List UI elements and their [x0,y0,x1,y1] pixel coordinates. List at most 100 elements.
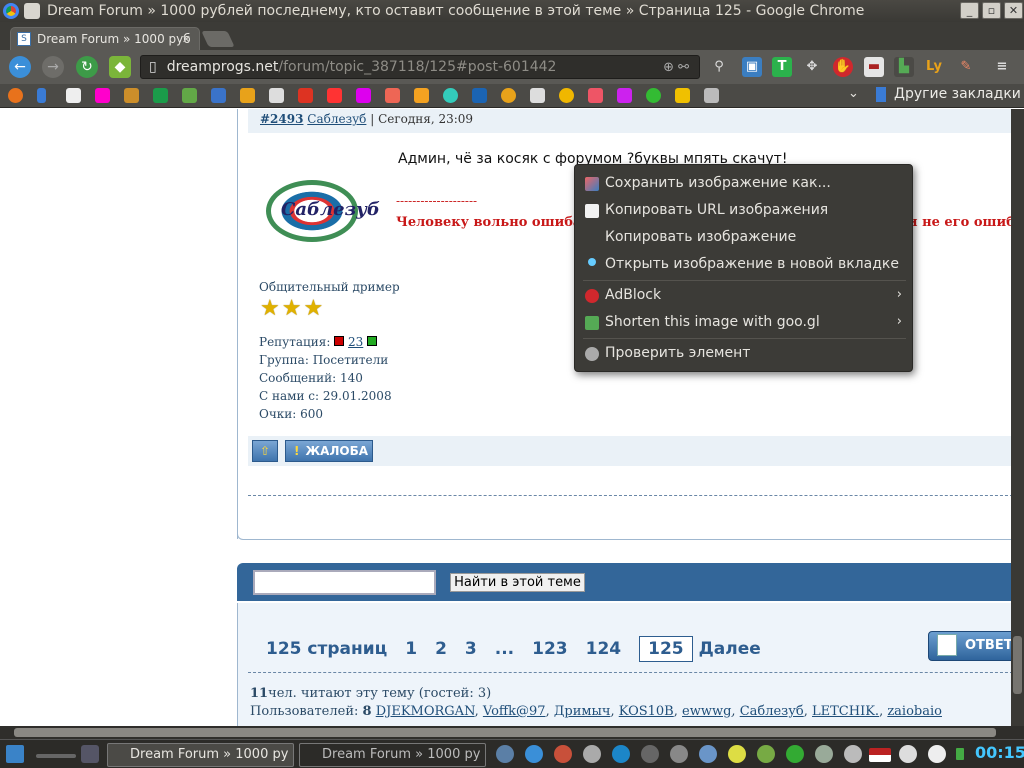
ng-bookmark-icon[interactable] [327,88,342,103]
rep-plus-icon[interactable] [367,336,378,346]
flower-bookmark-icon[interactable] [617,88,632,103]
t-ext-icon[interactable]: T [772,57,792,77]
fire-bookmark-icon[interactable] [240,88,255,103]
taskbar-window-2[interactable]: Dream Forum » 1000 ру [299,743,486,767]
news-bookmark-icon[interactable] [66,88,81,103]
address-bar[interactable]: ▯ dreamprogs.net /forum/topic_387118/125… [140,55,700,79]
scissors-icon[interactable] [844,745,862,763]
gear-bookmark-icon[interactable] [588,88,603,103]
scroll-top-button[interactable]: ⇧ [252,440,278,462]
4pda-bookmark-icon[interactable] [414,88,429,103]
user-link[interactable]: ewwwg [682,704,731,719]
ctx-inspect-element[interactable]: Проверить элемент [605,345,750,361]
other-bookmarks[interactable]: Другие закладки [876,86,1021,102]
page-link[interactable]: 1 [405,639,417,659]
workspace-switcher[interactable] [36,754,76,758]
chevron-down-icon[interactable]: ⌄ [848,86,859,101]
us-flag-icon[interactable] [869,748,891,762]
ctx-shorten-googl[interactable]: Shorten this image with goo.gl [605,314,820,330]
ip-bookmark-icon[interactable] [472,88,487,103]
android-icon[interactable]: ◆ [109,56,131,78]
screenshot-ext-icon[interactable]: ▣ [742,57,762,77]
rep-minus-icon[interactable] [334,336,345,346]
skype-icon[interactable] [612,745,630,763]
tray-icon-globe[interactable] [496,745,514,763]
avatar[interactable]: Саблезуб [266,180,380,242]
play-icon[interactable] [786,745,804,763]
googl-ext-icon[interactable]: ▙ [894,57,914,77]
ctx-copy-image[interactable]: Копировать изображение [605,229,796,245]
printer-icon[interactable] [670,745,688,763]
ubuntu2-bookmark-icon[interactable] [385,88,400,103]
circle-bookmark-icon[interactable] [559,88,574,103]
shield-icon[interactable] [81,745,99,763]
reputation-value[interactable]: 23 [348,335,363,349]
tab-close-icon[interactable]: ✕ [182,33,191,46]
page-link[interactable]: 124 [586,639,622,659]
report-button[interactable]: ! ЖАЛОБА [285,440,373,462]
download-icon[interactable] [699,745,717,763]
ctx-copy-url[interactable]: Копировать URL изображения [605,202,828,218]
globe-bookmark-icon[interactable] [443,88,458,103]
forward-button[interactable]: → [42,56,64,78]
user-link[interactable]: KOS10B [619,704,674,719]
close-button[interactable]: ✕ [1004,2,1023,19]
ctx-adblock[interactable]: AdBlock [605,287,661,303]
post-author-link[interactable]: Саблезуб [307,112,366,126]
move-ext-icon[interactable]: ✥ [802,57,822,77]
at-bookmark-icon[interactable] [501,88,516,103]
mountain-bookmark-icon[interactable] [530,88,545,103]
lingualeo-ext-icon[interactable]: Ly [924,57,944,77]
vertical-scrollbar[interactable] [1011,109,1024,726]
user-link[interactable]: LETCHIK. [812,704,879,719]
reply-button[interactable]: ОТВЕТ [928,631,1024,661]
chart-bookmark-icon[interactable] [356,88,371,103]
battery-icon[interactable] [956,748,964,760]
page-link[interactable]: 3 [465,639,477,659]
back-button[interactable]: ← [9,56,31,78]
ubuntu-bookmark-icon[interactable] [8,88,23,103]
yandex-bookmark-icon[interactable] [298,88,313,103]
user-link[interactable]: zaiobaio [887,704,942,719]
launcher-icon[interactable] [6,745,24,763]
new-tab-button[interactable] [201,31,235,47]
zoom-icon[interactable]: ⊕ ⚯ [663,60,689,75]
page-link[interactable]: 123 [532,639,568,659]
clock[interactable]: 00:15 [975,743,1024,762]
ctx-save-image[interactable]: Сохранить изображение как... [605,175,831,191]
flag-bookmark-icon[interactable] [269,88,284,103]
minimize-button[interactable]: _ [960,2,979,19]
tray-icon-sync[interactable] [641,745,659,763]
shield-tray-icon[interactable] [815,745,833,763]
ninja-ext-icon[interactable]: ▬ [864,57,884,77]
adblock-ext-icon[interactable]: ✋ [833,57,853,77]
post-number-link[interactable]: #2493 [260,112,303,126]
network-icon[interactable] [928,745,946,763]
user-link[interactable]: Дримыч [554,704,611,719]
vertical-scroll-thumb[interactable] [1013,636,1022,694]
menu-icon[interactable]: ≡ [992,57,1012,77]
search-icon[interactable]: ⚲ [709,57,729,77]
s-bookmark-icon[interactable] [153,88,168,103]
maximize-button[interactable]: ▫ [982,2,1001,19]
tray-icon-leaf[interactable] [757,745,775,763]
horizontal-scroll-thumb[interactable] [14,728,996,737]
taskbar-window-1[interactable]: Dream Forum » 1000 ру [107,743,294,767]
next-page-link[interactable]: Далее [699,639,761,659]
ctx-open-new-tab[interactable]: Открыть изображение в новой вкладке [605,256,899,272]
reload-button[interactable]: ↻ [76,56,98,78]
folder-bookmark-icon[interactable] [37,88,46,103]
star3-bookmark-icon[interactable] [704,88,719,103]
user-link[interactable]: Voffk@97 [483,704,546,719]
topic-search-input[interactable] [253,570,436,595]
chrome-bookmark-icon[interactable] [646,88,661,103]
eraser-ext-icon[interactable]: ✎ [956,57,976,77]
tray-icon-camera[interactable] [583,745,601,763]
s2-bookmark-icon[interactable] [211,88,226,103]
tray-icon-app[interactable] [554,745,572,763]
pages-summary[interactable]: 125 страниц [266,639,387,659]
tab-dream-forum[interactable]: S Dream Forum » 1000 руб ✕ [10,27,200,50]
user-link[interactable]: Саблезуб [740,704,804,719]
u-bookmark-icon[interactable] [182,88,197,103]
chrome-tray-icon[interactable] [728,745,746,763]
